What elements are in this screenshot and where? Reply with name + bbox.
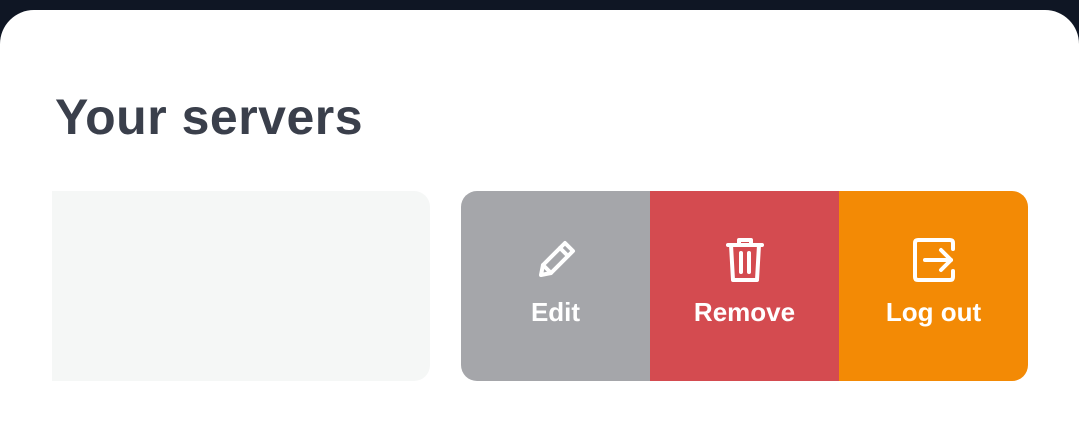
edit-label: Edit (530, 296, 581, 327)
page-title: Your servers (55, 89, 364, 145)
logout-label: Log out (885, 296, 982, 327)
swipe-actions: Edit Remove Log out (461, 191, 1028, 381)
edit-button[interactable]: Edit (461, 191, 650, 381)
server-list-item[interactable] (52, 191, 430, 381)
remove-button[interactable]: Remove (650, 191, 839, 381)
logout-icon (912, 237, 955, 282)
trash-icon (725, 237, 764, 282)
pencil-icon (538, 240, 575, 277)
servers-sheet: Your servers Edit Remove Log out (0, 10, 1079, 430)
logout-button[interactable]: Log out (839, 191, 1028, 381)
remove-label: Remove (693, 296, 796, 327)
